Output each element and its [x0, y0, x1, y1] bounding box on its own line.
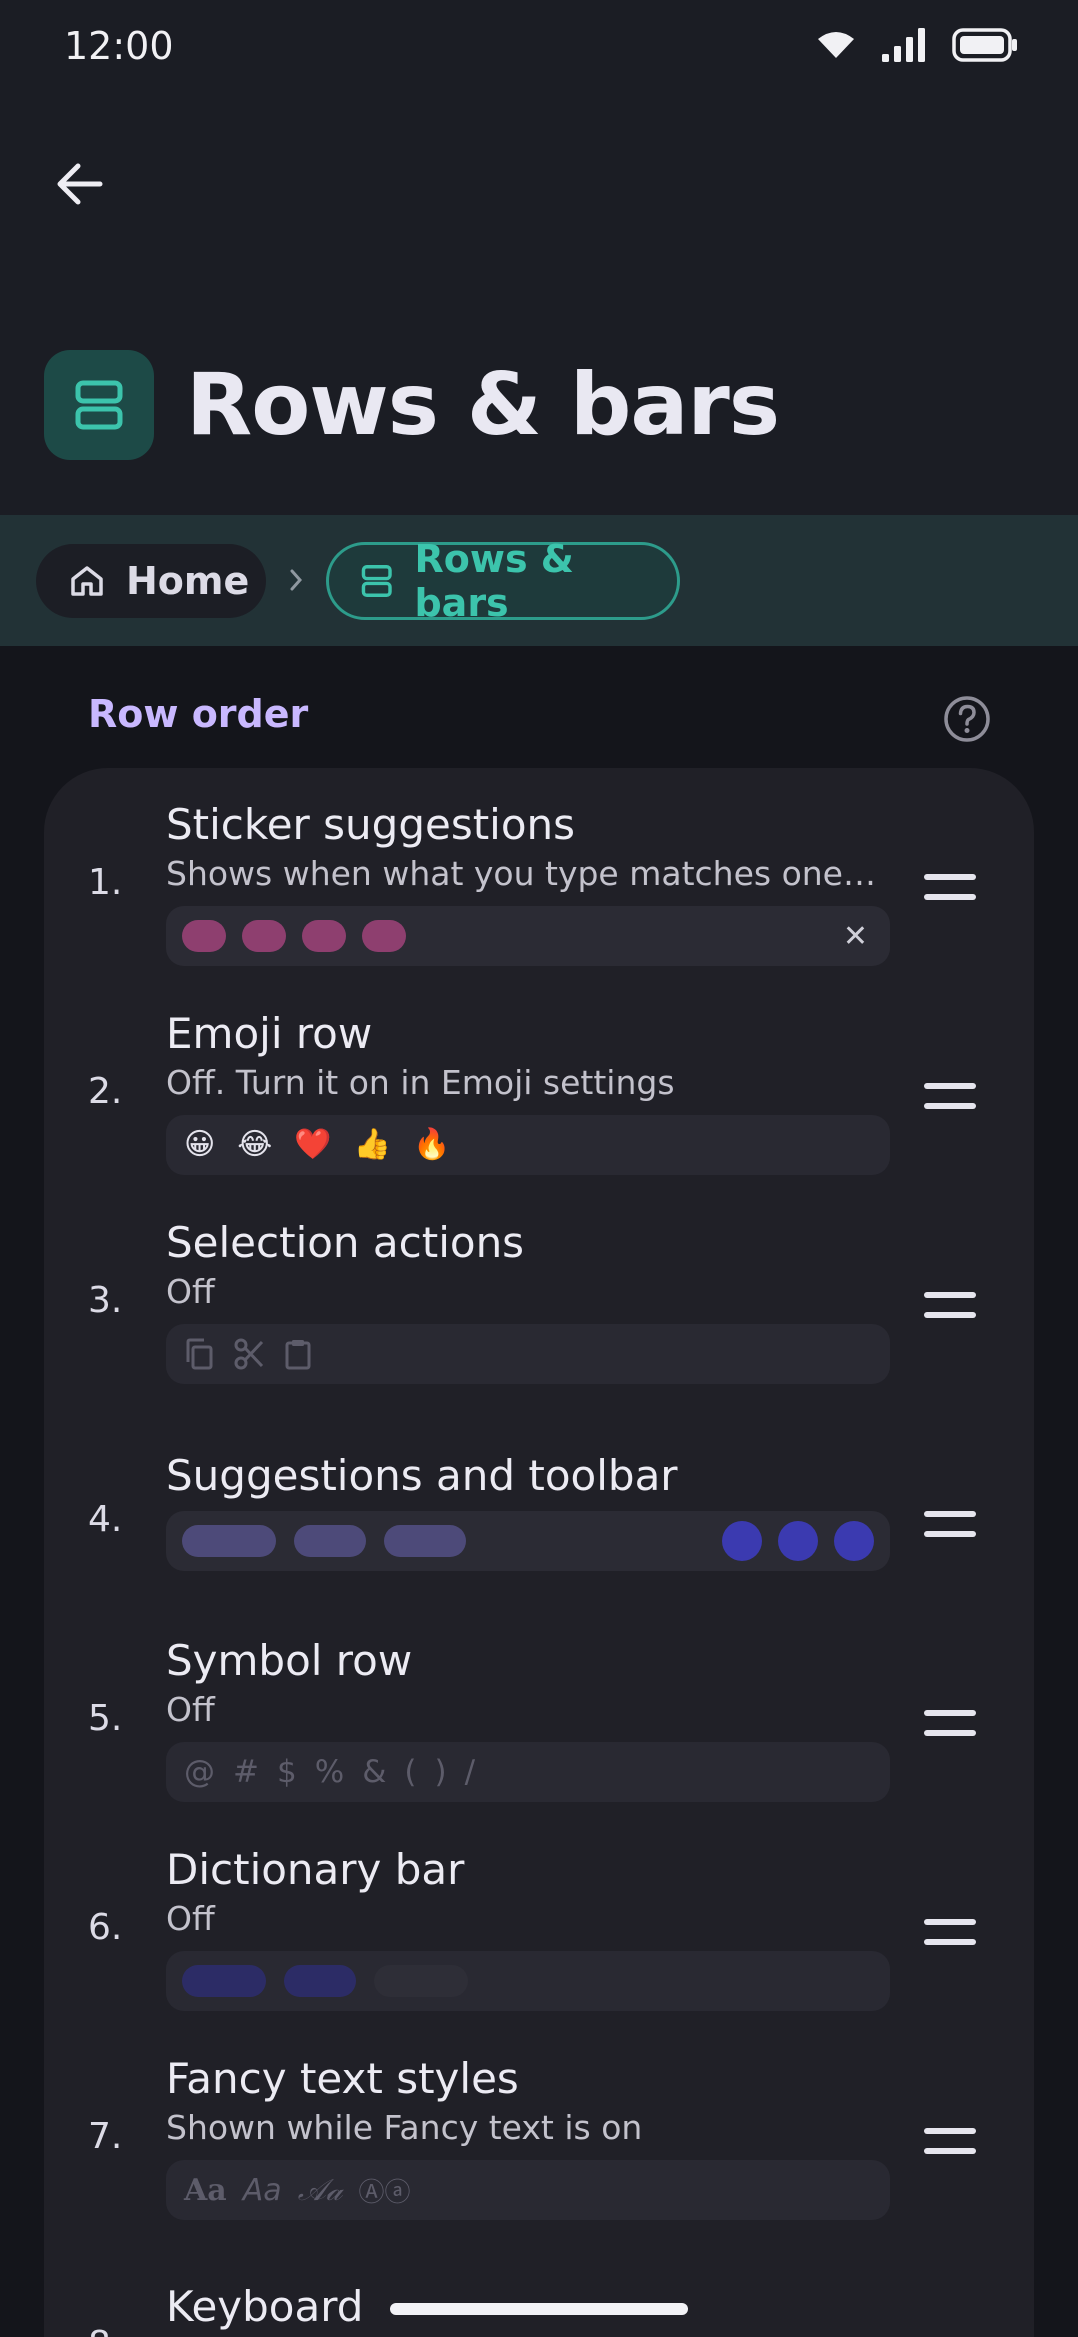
toolbar-button-placeholder	[722, 1521, 762, 1561]
toolbar-button-placeholder	[778, 1521, 818, 1561]
drag-handle-icon[interactable]	[924, 1083, 976, 1109]
home-indicator[interactable]	[390, 2303, 688, 2315]
rows-icon	[361, 565, 392, 597]
drag-handle-icon[interactable]	[924, 1292, 976, 1318]
row-subtitle: Off	[166, 1899, 215, 1938]
row-number: 4.	[88, 1499, 123, 1540]
list-item-sticker-suggestions[interactable]: 1. Sticker suggestions Shows when what y…	[0, 800, 1078, 1000]
fancy-style-sample: Aa	[242, 2172, 282, 2208]
emoji-preview: 😀 😂 ❤️ 👍 🔥	[166, 1115, 890, 1175]
row-title: Dictionary bar	[166, 1845, 465, 1894]
drag-handle-icon[interactable]	[924, 1511, 976, 1537]
scissors-icon	[234, 1338, 264, 1370]
help-icon[interactable]	[942, 694, 992, 744]
suggestion-placeholder	[384, 1525, 466, 1557]
back-arrow-icon	[57, 163, 103, 205]
row-title: Suggestions and toolbar	[166, 1451, 678, 1500]
sticker-placeholder	[362, 920, 406, 952]
symbol: (	[404, 1754, 417, 1790]
chevron-right-icon	[286, 562, 306, 598]
symbol: @	[184, 1754, 215, 1790]
toolbar-button-placeholder	[834, 1521, 874, 1561]
fancy-style-sample: 𝒜𝒶	[297, 2172, 343, 2208]
dictionary-placeholder	[374, 1965, 468, 1997]
symbol: /	[464, 1754, 476, 1790]
list-item-emoji-row[interactable]: 2. Emoji row Off. Turn it on in Emoji se…	[0, 1009, 1078, 1209]
row-title: Sticker suggestions	[166, 800, 576, 849]
row-subtitle: Shown while Fancy text is on	[166, 2108, 643, 2147]
symbol: %	[314, 1754, 345, 1790]
row-number: 7.	[88, 2116, 123, 2157]
row-number: 6.	[88, 1907, 123, 1948]
list-item-suggestions-toolbar[interactable]: 4. Suggestions and toolbar	[0, 1427, 1078, 1627]
sticker-placeholder	[182, 920, 226, 952]
dictionary-preview	[166, 1951, 890, 2011]
row-title: Symbol row	[166, 1636, 413, 1685]
sticker-placeholder	[242, 920, 286, 952]
breadcrumb-home[interactable]: Home	[36, 544, 266, 618]
drag-handle-icon[interactable]	[924, 1710, 976, 1736]
section-title: Row order	[88, 692, 309, 736]
battery-icon	[952, 28, 1017, 62]
status-time: 12:00	[64, 24, 174, 68]
toolbar-preview	[166, 1511, 890, 1571]
copy-icon	[186, 1338, 213, 1370]
dictionary-placeholder	[182, 1965, 266, 1997]
signal-icon	[882, 28, 925, 62]
row-title: Fancy text styles	[166, 2054, 519, 2103]
symbol: #	[233, 1754, 259, 1790]
home-icon	[71, 566, 103, 596]
close-icon: ✕	[842, 918, 868, 954]
fancy-text-preview: Aa Aa 𝒜𝒶 Ⓐⓐ	[166, 2160, 890, 2220]
selection-actions-preview	[166, 1324, 890, 1384]
row-number: 3.	[88, 1280, 123, 1321]
toolbar-buttons	[722, 1521, 874, 1561]
row-number: 5.	[88, 1698, 123, 1739]
row-title: Emoji row	[166, 1009, 373, 1058]
list-item-selection-actions[interactable]: 3. Selection actions Off	[0, 1218, 1078, 1418]
page-title: Rows & bars	[186, 355, 780, 455]
row-number: 1.	[88, 862, 123, 903]
fancy-style-sample: Ⓐⓐ	[358, 2177, 411, 2208]
dictionary-placeholder	[284, 1965, 356, 1997]
breadcrumb-home-label: Home	[126, 559, 250, 603]
row-subtitle: Off. Turn it on in Emoji settings	[166, 1063, 675, 1102]
emoji: 👍	[353, 1127, 392, 1162]
row-title: Selection actions	[166, 1218, 525, 1267]
back-button[interactable]	[48, 152, 112, 216]
symbol: )	[434, 1754, 447, 1790]
symbol-preview: @ # $ % & ( ) /	[166, 1742, 890, 1802]
clipboard-icon	[285, 1340, 311, 1370]
drag-handle-icon[interactable]	[924, 874, 976, 900]
emoji: 🔥	[413, 1127, 451, 1162]
rows-icon	[75, 380, 123, 430]
breadcrumb-current[interactable]: Rows & bars	[326, 537, 680, 625]
emoji: 😀	[184, 1127, 216, 1162]
symbol: $	[276, 1754, 297, 1790]
emoji: 😂	[237, 1127, 273, 1162]
sticker-preview: ✕	[166, 906, 890, 966]
sticker-placeholder	[302, 920, 346, 952]
status-icons	[816, 28, 1018, 62]
drag-handle-icon[interactable]	[924, 2128, 976, 2154]
list-item-symbol-row[interactable]: 5. Symbol row Off @ # $ % & ( ) /	[0, 1636, 1078, 1836]
row-number: 2.	[88, 1071, 123, 1112]
row-number: 8.	[88, 2324, 122, 2337]
row-title: Keyboard	[166, 2282, 364, 2331]
fancy-style-sample: Aa	[184, 2172, 227, 2208]
row-subtitle: Off	[166, 1272, 215, 1311]
list-item-dictionary-bar[interactable]: 6. Dictionary bar Off	[0, 1845, 1078, 2045]
breadcrumb-current-label: Rows & bars	[414, 537, 574, 625]
symbol: &	[362, 1754, 387, 1790]
wifi-icon	[818, 32, 854, 58]
drag-handle-icon[interactable]	[924, 1919, 976, 1945]
list-item-fancy-text-styles[interactable]: 7. Fancy text styles Shown while Fancy t…	[0, 2054, 1078, 2254]
suggestion-placeholder	[294, 1525, 366, 1557]
row-subtitle: Off	[166, 1690, 215, 1729]
suggestion-placeholder	[182, 1525, 276, 1557]
row-subtitle: Shows when what you type matches one of …	[166, 854, 882, 893]
emoji: ❤️	[294, 1127, 332, 1162]
page-icon	[44, 350, 154, 460]
